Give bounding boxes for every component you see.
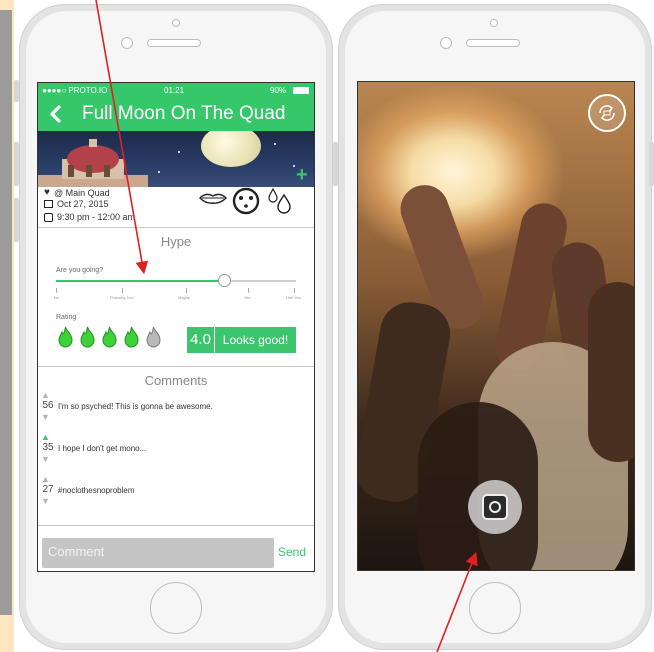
- annotation-arrow-to-shutter: [436, 552, 478, 652]
- annotation-arrows: [95, 0, 478, 652]
- annotation-arrow-to-slider: [95, 0, 149, 275]
